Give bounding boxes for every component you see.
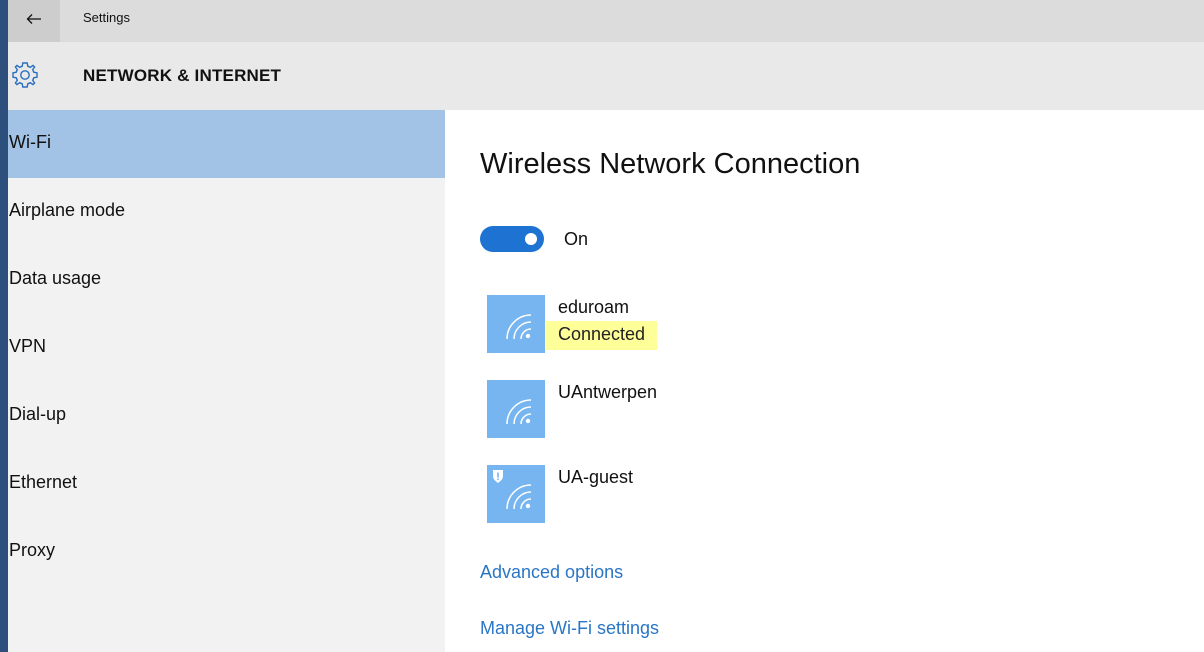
advanced-options-link[interactable]: Advanced options [480, 562, 623, 583]
sidebar-item-dial-up[interactable]: Dial-up [8, 382, 445, 450]
settings-window: Settings NETWORK & INTERNET Wi-Fi Airpla… [8, 0, 1204, 652]
title-bar: Settings [8, 0, 1204, 42]
network-name: UAntwerpen [558, 382, 658, 402]
network-status: Connected [546, 321, 658, 350]
window-title: Settings [83, 10, 130, 25]
toggle-knob [525, 233, 537, 245]
network-item-uantwerpen[interactable]: UAntwerpen [480, 380, 1040, 442]
sidebar-item-label: Airplane mode [9, 199, 126, 220]
page-title: NETWORK & INTERNET [83, 66, 282, 85]
section-title: Wireless Network Connection [480, 148, 861, 180]
sidebar-item-vpn[interactable]: VPN [8, 314, 445, 382]
wifi-toggle[interactable] [480, 226, 544, 252]
wifi-signal-icon [487, 295, 545, 353]
arrow-left-icon [26, 12, 42, 30]
sidebar-item-label: VPN [9, 335, 47, 356]
network-item-eduroam[interactable]: eduroam Connected [480, 295, 1040, 357]
sidebar-item-data-usage[interactable]: Data usage [8, 246, 445, 314]
gear-icon [10, 60, 40, 90]
manage-wifi-settings-link[interactable]: Manage Wi-Fi settings [480, 618, 659, 639]
back-button[interactable] [8, 0, 60, 42]
toggle-state-label: On [564, 229, 589, 249]
sidebar-item-label: Data usage [9, 267, 102, 288]
sidebar-item-label: Dial-up [9, 403, 67, 424]
network-name: UA-guest [558, 467, 634, 487]
main-content: Wireless Network Connection On eduroam C… [445, 110, 1204, 652]
sidebar-item-proxy[interactable]: Proxy [8, 518, 445, 586]
sidebar-item-label: Ethernet [9, 471, 78, 492]
network-name: eduroam [558, 297, 630, 317]
sidebar-item-airplane-mode[interactable]: Airplane mode [8, 178, 445, 246]
sidebar-item-label: Proxy [9, 539, 56, 560]
network-item-ua-guest[interactable]: UA-guest [480, 465, 1040, 527]
sidebar-item-ethernet[interactable]: Ethernet [8, 450, 445, 518]
page-header: NETWORK & INTERNET [8, 42, 1204, 110]
sidebar-item-wifi[interactable]: Wi-Fi [8, 110, 445, 178]
sidebar-item-label: Wi-Fi [9, 131, 51, 152]
wifi-signal-icon [487, 380, 545, 438]
wifi-signal-shield-icon [487, 465, 545, 523]
sidebar-nav: Wi-Fi Airplane mode Data usage VPN Dial-… [8, 110, 445, 652]
